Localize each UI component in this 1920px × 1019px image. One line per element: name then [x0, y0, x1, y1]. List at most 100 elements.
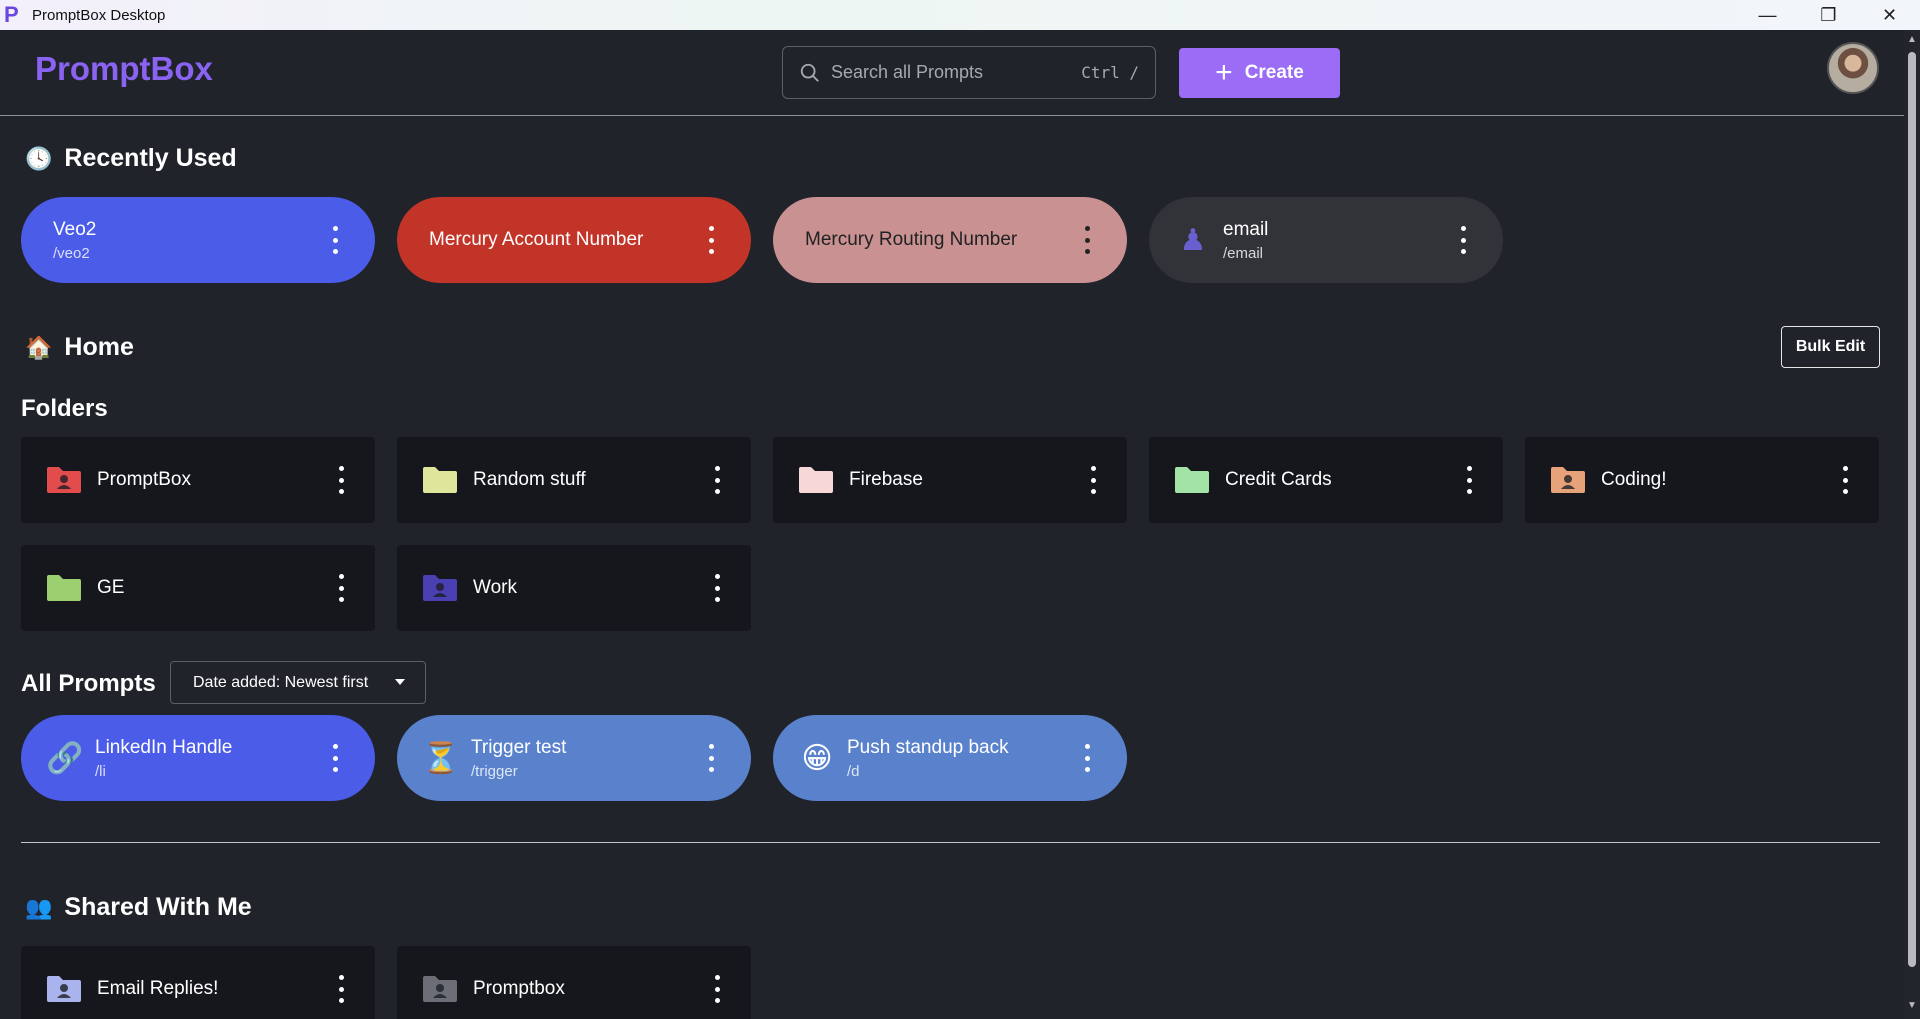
- prompt-pill[interactable]: 🔗 LinkedIn Handle/li: [21, 715, 375, 801]
- grinning-face-icon: 😁: [801, 741, 833, 775]
- more-options-icon[interactable]: [1091, 466, 1097, 494]
- create-button-label: Create: [1244, 62, 1304, 83]
- more-options-icon[interactable]: [333, 226, 339, 254]
- chevron-down-icon: [395, 679, 405, 685]
- folder-card[interactable]: Coding!: [1525, 437, 1879, 523]
- folder-shared-icon: [421, 573, 459, 603]
- window-title: PromptBox Desktop: [32, 6, 166, 24]
- prompt-name: Push standup back: [847, 736, 1009, 758]
- folder-card[interactable]: Firebase: [773, 437, 1127, 523]
- folder-name: PromptBox: [97, 469, 191, 490]
- folder-name: Promptbox: [473, 978, 565, 999]
- search-icon: [800, 63, 819, 82]
- more-options-icon[interactable]: [715, 975, 721, 1003]
- home-heading: 🏠 Home: [25, 333, 134, 362]
- more-options-icon[interactable]: [709, 744, 715, 772]
- create-button[interactable]: + Create: [1179, 48, 1340, 98]
- all-prompts-heading: All Prompts: [21, 670, 156, 697]
- prompt-pill[interactable]: Mercury Routing Number: [773, 197, 1127, 283]
- folder-name: Work: [473, 577, 517, 598]
- more-options-icon[interactable]: [1085, 744, 1091, 772]
- minimize-button[interactable]: —: [1737, 0, 1798, 30]
- more-options-icon[interactable]: [1461, 226, 1467, 254]
- folder-shared-icon: [421, 974, 459, 1004]
- close-button[interactable]: ✕: [1859, 0, 1920, 30]
- scrollbar-thumb[interactable]: [1908, 52, 1916, 967]
- recently-used-heading: 🕓 Recently Used: [25, 144, 237, 173]
- more-options-icon[interactable]: [1085, 226, 1091, 254]
- prompt-shortcut: /d: [847, 762, 860, 780]
- folder-name: GE: [97, 577, 125, 598]
- folder-shared-icon: [45, 465, 83, 495]
- more-options-icon[interactable]: [339, 466, 345, 494]
- more-options-icon[interactable]: [1467, 466, 1473, 494]
- plus-icon: +: [1215, 56, 1233, 89]
- folder-card[interactable]: Work: [397, 545, 751, 631]
- more-options-icon[interactable]: [715, 574, 721, 602]
- more-options-icon[interactable]: [339, 975, 345, 1003]
- folder-name: Coding!: [1601, 469, 1667, 490]
- sort-select[interactable]: Date added: Newest first: [170, 661, 426, 704]
- folder-icon: [797, 465, 835, 495]
- more-options-icon[interactable]: [1843, 466, 1849, 494]
- folder-icon: [45, 573, 83, 603]
- clock-icon: 🕓: [25, 145, 53, 171]
- prompt-shortcut: /email: [1223, 244, 1264, 262]
- window-titlebar: P PromptBox Desktop — ❐ ✕: [0, 0, 1920, 30]
- prompt-name: Mercury Account Number: [429, 229, 644, 250]
- more-options-icon[interactable]: [333, 744, 339, 772]
- app-header: PromptBox Search all Prompts Ctrl / + Cr…: [0, 30, 1904, 116]
- prompt-name: Mercury Routing Number: [805, 229, 1018, 250]
- folder-name: Random stuff: [473, 469, 586, 490]
- people-icon: 👥: [25, 894, 53, 920]
- more-options-icon[interactable]: [715, 466, 721, 494]
- prompt-pill[interactable]: Veo2/veo2: [21, 197, 375, 283]
- home-title: Home: [64, 333, 134, 361]
- folder-card[interactable]: Credit Cards: [1149, 437, 1503, 523]
- search-placeholder: Search all Prompts: [831, 62, 984, 82]
- prompt-pill[interactable]: Mercury Account Number: [397, 197, 751, 283]
- prompt-shortcut: /trigger: [471, 762, 518, 780]
- prompt-name: Trigger test: [471, 736, 567, 758]
- folders-heading: Folders: [21, 395, 108, 422]
- folder-card[interactable]: PromptBox: [21, 437, 375, 523]
- shared-heading: 👥 Shared With Me: [25, 893, 252, 922]
- recently-used-title: Recently Used: [64, 144, 237, 172]
- folder-shared-icon: [45, 974, 83, 1004]
- house-icon: 🏠: [25, 334, 53, 360]
- prompt-name: Veo2: [53, 218, 97, 240]
- folder-card[interactable]: Promptbox: [397, 946, 751, 1019]
- sort-select-value: Date added: Newest first: [193, 673, 369, 691]
- chess-pawn-icon: ♟: [1179, 223, 1207, 257]
- app-icon: P: [4, 2, 19, 27]
- folder-card[interactable]: GE: [21, 545, 375, 631]
- user-avatar[interactable]: [1827, 42, 1879, 94]
- more-options-icon[interactable]: [339, 574, 345, 602]
- prompt-pill[interactable]: ♟ email/email: [1149, 197, 1503, 283]
- vertical-scrollbar[interactable]: ▲ ▼: [1904, 30, 1920, 1019]
- prompt-shortcut: /li: [95, 762, 106, 780]
- folder-name: Credit Cards: [1225, 469, 1332, 490]
- prompt-pill[interactable]: 😁 Push standup back/d: [773, 715, 1127, 801]
- more-options-icon[interactable]: [709, 226, 715, 254]
- bulk-edit-button[interactable]: Bulk Edit: [1781, 326, 1880, 368]
- folder-card[interactable]: Random stuff: [397, 437, 751, 523]
- restore-button[interactable]: ❐: [1798, 0, 1859, 30]
- folder-icon: [421, 465, 459, 495]
- folder-name: Email Replies!: [97, 978, 219, 999]
- app-logo[interactable]: PromptBox: [35, 50, 213, 88]
- prompt-pill[interactable]: ⏳ Trigger test/trigger: [397, 715, 751, 801]
- shared-title: Shared With Me: [64, 893, 252, 921]
- scroll-down-arrow-icon[interactable]: ▼: [1907, 1000, 1917, 1011]
- search-input[interactable]: Search all Prompts Ctrl /: [782, 46, 1156, 99]
- search-shortcut-hint: Ctrl /: [1081, 63, 1139, 82]
- folder-icon: [1173, 465, 1211, 495]
- folder-shared-icon: [1549, 465, 1587, 495]
- section-divider: [21, 842, 1880, 843]
- folder-card[interactable]: Email Replies!: [21, 946, 375, 1019]
- link-icon: 🔗: [46, 741, 84, 775]
- scroll-up-arrow-icon[interactable]: ▲: [1907, 34, 1917, 45]
- hourglass-icon: ⏳: [422, 741, 460, 775]
- folder-name: Firebase: [849, 469, 923, 490]
- prompt-name: email: [1223, 218, 1269, 240]
